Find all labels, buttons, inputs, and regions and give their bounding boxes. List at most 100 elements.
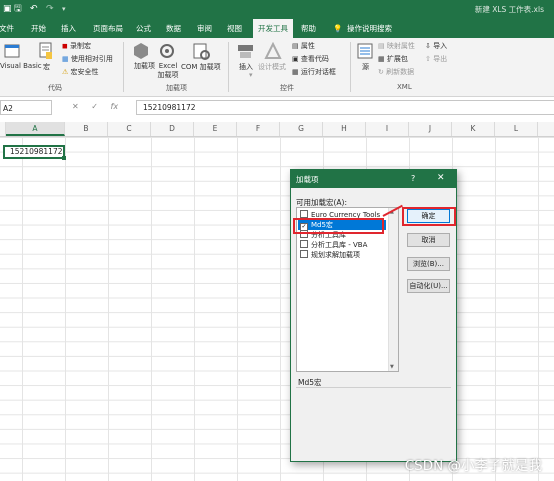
map-properties-button[interactable]: ▤ 映射属性 [378,41,415,51]
excel-icon: ▣ [3,4,12,14]
addins-icon [134,43,148,59]
undo-icon[interactable]: ↶ [30,4,38,15]
ribbon: Visual Basic 宏 ◼ 录制宏 ▦ 使用相对引用 ⚠ 宏安全性 代码 … [0,38,554,97]
tab-page-layout[interactable]: 页面布局 [93,19,123,38]
column-header[interactable]: F [237,122,280,136]
scroll-down-icon[interactable]: ▼ [390,364,394,370]
warning-icon: ⚠ [62,68,69,76]
formula-bar-controls: ✕ ✓ fx [72,102,118,111]
column-header[interactable]: B [65,122,108,136]
column-header[interactable]: G [280,122,323,136]
tab-review[interactable]: 审阅 [197,19,212,38]
checkbox[interactable] [300,240,308,248]
package-icon: ▦ [378,55,385,63]
dialog-title-bar[interactable]: 加载项 ? ✕ [291,170,456,188]
record-icon: ◼ [62,42,68,50]
checkbox[interactable] [300,250,308,258]
column-header[interactable]: K [452,122,495,136]
refresh-icon: ↻ [378,68,384,76]
tab-file[interactable]: 文件 [0,19,14,38]
design-mode-button[interactable]: 设计模式 [258,62,286,72]
cancel-button[interactable]: 取消 [407,233,450,247]
column-header[interactable]: A [6,122,65,136]
formula-input[interactable]: 15210981172 [136,100,554,115]
addins-button[interactable]: 加载项 [134,62,155,71]
document-title: 新建 XLS 工作表.xls [474,5,544,14]
xml-source-button[interactable]: 源 [362,62,369,72]
title-bar: ▣ 🖫 ↶ ↷ ▾ 新建 XLS 工作表.xls [0,0,554,19]
map-icon: ▤ [378,42,385,50]
dialog-icon: ▦ [292,68,299,76]
chevron-down-icon: ▾ [249,71,253,79]
annotation-box-item [293,218,384,234]
tab-view[interactable]: 视图 [227,19,242,38]
confirm-entry-icon[interactable]: ✓ [91,102,98,111]
cancel-entry-icon[interactable]: ✕ [72,102,79,111]
grid-icon: ▦ [62,55,69,63]
tab-home[interactable]: 开始 [31,19,46,38]
group-divider [123,42,124,92]
list-item-label: 分析工具库 - VBA [311,241,368,249]
properties-button[interactable]: ▤ 属性 [292,41,315,51]
macro-security-button[interactable]: ⚠ 宏安全性 [62,67,99,77]
formula-bar: A2 ✕ ✓ fx 15210981172 [0,100,554,118]
refresh-data-button[interactable]: ↻ 刷新数据 [378,67,414,77]
column-header[interactable]: C [108,122,151,136]
group-divider [228,42,229,92]
xml-source-icon [357,43,373,59]
relative-refs-button[interactable]: ▦ 使用相对引用 [62,54,113,64]
cell-a1[interactable]: 15210981172 [3,145,66,160]
column-header[interactable]: E [194,122,237,136]
annotation-box-ok [402,207,456,226]
list-item[interactable]: 分析工具库 - VBA [298,240,386,250]
xml-export-button[interactable]: ⇧ 导出 [425,54,447,64]
watermark: CSDN @小李子就是我 [404,458,542,474]
com-addins-button[interactable]: COM 加载项 [181,62,221,72]
automation-button[interactable]: 自动化(U)... [407,279,450,293]
column-header[interactable]: H [323,122,366,136]
macros-button[interactable]: 宏 [43,62,50,72]
code-icon: ▣ [292,55,299,63]
help-icon[interactable]: ? [411,174,415,183]
group-xml-label: XML [397,83,412,91]
cell-a1-value: 15210981172 [10,147,63,156]
close-icon[interactable]: ✕ [437,173,445,183]
xml-import-button[interactable]: ⇩ 导入 [425,41,447,51]
column-header[interactable]: L [495,122,538,136]
tab-insert[interactable]: 插入 [61,19,76,38]
column-headers: A B C D E F G H I J K L [0,122,554,137]
macros-icon [39,42,52,59]
list-item[interactable]: 规划求解加载项 [298,250,386,260]
column-header[interactable]: J [409,122,452,136]
save-icon[interactable]: 🖫 [14,4,22,15]
record-macro-button[interactable]: ◼ 录制宏 [62,41,91,51]
expansion-packs-button[interactable]: ▦ 扩展包 [378,54,408,64]
worksheet-grid[interactable] [0,137,554,481]
excel-addins-button[interactable]: Excel 加载项 [155,62,181,80]
group-divider [350,42,351,92]
fill-handle[interactable] [62,156,66,160]
view-code-button[interactable]: ▣ 查看代码 [292,54,329,64]
tab-data[interactable]: 数据 [166,19,181,38]
divider [296,387,451,388]
excel-addins-icon [160,44,174,58]
checkbox[interactable] [300,210,308,218]
column-header[interactable]: D [151,122,194,136]
customize-icon[interactable]: ▾ [62,4,66,15]
group-addins-label: 加载项 [166,84,187,92]
ribbon-tabs: 文件 开始 插入 页面布局 公式 数据 审阅 视图 开发工具 帮助 💡 操作说明… [0,19,554,38]
insert-function-icon[interactable]: fx [111,102,119,111]
dialog-title: 加载项 [296,175,319,184]
browse-button[interactable]: 浏览(B)... [407,257,450,271]
tell-me-search[interactable]: 操作说明搜索 [347,19,392,38]
export-icon: ⇧ [425,55,431,63]
tab-developer[interactable]: 开发工具 [253,19,293,38]
tab-formulas[interactable]: 公式 [136,19,151,38]
column-header[interactable]: I [366,122,409,136]
visual-basic-button[interactable]: Visual Basic [0,62,42,70]
list-scrollbar[interactable]: ▲ ▼ [388,208,398,371]
run-dialog-button[interactable]: ▦ 运行对话框 [292,67,336,77]
redo-icon[interactable]: ↷ [46,4,54,15]
name-box[interactable]: A2 [0,100,52,115]
tab-help[interactable]: 帮助 [301,19,316,38]
